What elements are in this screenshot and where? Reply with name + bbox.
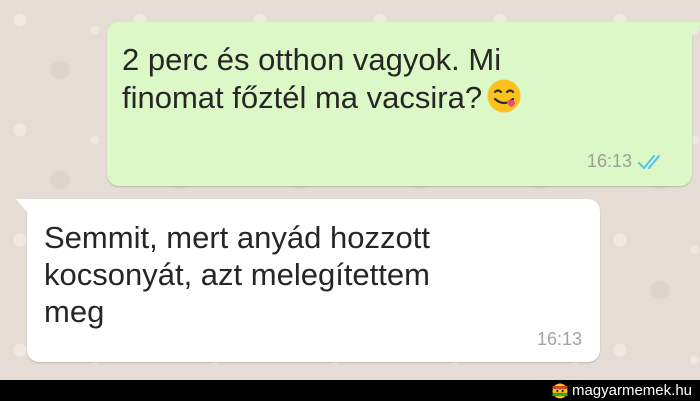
outgoing-message-meta: 16:13 [587,151,666,172]
incoming-message-text: Semmit, mert anyád hozzott kocsonyát, az… [44,220,430,329]
outgoing-message-body: 2 perc és otthon vagyok. Mi finomat főzt… [122,42,502,115]
watermark-bar: magyarmemek.hu [0,380,700,401]
incoming-message-meta: 16:13 [537,329,582,350]
magyarmemek-logo-icon [552,383,568,398]
watermark: magyarmemek.hu [551,381,692,400]
incoming-message-time: 16:13 [536,329,582,349]
outgoing-message-time: 16:13 [586,151,632,171]
watermark-text: magyarmemek.hu [571,382,692,399]
outgoing-message-bubble[interactable]: 2 perc és otthon vagyok. Mi finomat főzt… [107,22,700,186]
double-check-icon [638,154,660,169]
chat-background: 2 perc és otthon vagyok. Mi finomat főzt… [0,0,700,380]
outgoing-message-text: 2 perc és otthon vagyok. Mi finomat főzt… [122,41,642,116]
face-savoring-food-emoji [487,79,521,113]
incoming-message-bubble[interactable]: Semmit, mert anyád hozzott kocsonyát, az… [16,199,600,362]
